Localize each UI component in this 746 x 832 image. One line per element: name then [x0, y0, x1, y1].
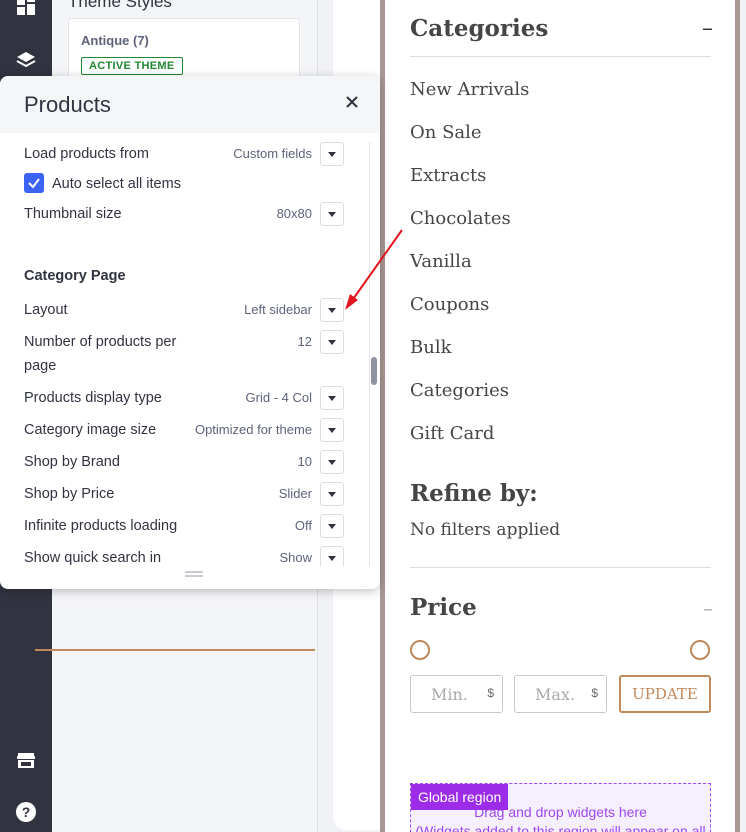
dropdown-button[interactable] — [320, 482, 344, 506]
setting-value: Left sidebar — [244, 302, 312, 317]
global-region-tag: Global region — [411, 784, 509, 810]
category-link[interactable]: Chocolates — [410, 207, 529, 250]
max-price-placeholder: Max. — [535, 685, 576, 704]
min-price-placeholder: Min. — [431, 685, 468, 704]
setting-value: Grid - 4 Col — [245, 390, 312, 405]
setting-quick-search: Show quick search in Show — [24, 546, 344, 566]
min-price-input[interactable]: Min. $ — [410, 675, 503, 713]
category-page-section-heading: Category Page — [24, 268, 126, 284]
resize-grip-icon[interactable] — [185, 571, 203, 577]
setting-value: 80x80 — [276, 206, 312, 221]
category-link[interactable]: Vanilla — [410, 250, 529, 293]
category-list: New Arrivals On Sale Extracts Chocolates… — [410, 78, 529, 465]
theme-card-name: Antique (7) — [81, 33, 149, 48]
currency-symbol: $ — [591, 686, 598, 700]
setting-label: Shop by Price — [24, 486, 115, 502]
setting-label: Show quick search in — [24, 550, 162, 566]
category-link[interactable]: New Arrivals — [410, 78, 529, 121]
close-icon[interactable] — [342, 92, 362, 112]
price-collapse-toggle[interactable]: – — [703, 596, 713, 620]
setting-value: Custom fields — [233, 146, 312, 161]
max-price-input[interactable]: Max. $ — [514, 675, 607, 713]
setting-label: Number of products per page — [24, 334, 177, 374]
products-settings-panel: Products Load products from Custom field… — [0, 76, 380, 589]
setting-value: Optimized for theme — [194, 422, 312, 437]
panel-title: Products — [24, 92, 111, 117]
no-filters-text: No filters applied — [410, 520, 561, 540]
category-link[interactable]: Bulk — [410, 336, 529, 379]
setting-value: Off — [294, 518, 312, 533]
dashboard-icon[interactable] — [14, 0, 38, 18]
setting-label: Shop by Brand — [24, 454, 120, 470]
setting-value: Show — [279, 550, 312, 565]
category-link[interactable]: Coupons — [410, 293, 529, 336]
setting-value: Slider — [278, 486, 312, 501]
setting-label: Infinite products loading — [24, 518, 178, 534]
setting-label: Thumbnail size — [24, 206, 122, 222]
currency-symbol: $ — [487, 686, 494, 700]
categories-collapse-toggle[interactable]: – — [702, 16, 713, 41]
dropdown-button[interactable] — [320, 514, 344, 538]
price-title: Price — [410, 594, 477, 621]
divider — [410, 567, 711, 568]
dropdown-button[interactable] — [320, 546, 344, 566]
update-price-button[interactable]: UPDATE — [619, 675, 711, 713]
svg-text:?: ? — [22, 804, 31, 820]
active-theme-badge: ACTIVE THEME — [81, 57, 183, 75]
theme-styles-heading: Theme Styles — [68, 0, 172, 11]
category-link[interactable]: Extracts — [410, 164, 529, 207]
setting-label: Load products from — [24, 146, 149, 162]
setting-value: 12 — [297, 334, 312, 349]
setting-label: Layout — [24, 302, 68, 318]
category-link[interactable]: Gift Card — [410, 422, 529, 465]
dropdown-button[interactable] — [320, 298, 344, 322]
help-icon[interactable]: ? — [14, 800, 38, 824]
refine-by-title: Refine by: — [410, 480, 538, 507]
checkbox-checked[interactable] — [24, 173, 44, 193]
category-link[interactable]: Categories — [410, 379, 529, 422]
store-frame-right-border — [735, 0, 740, 832]
price-slider-min-handle[interactable] — [410, 640, 430, 660]
dropdown-button[interactable] — [320, 142, 344, 166]
storefront-icon[interactable] — [14, 748, 38, 772]
layers-icon[interactable] — [14, 48, 38, 72]
setting-label: Auto select all items — [52, 176, 181, 192]
dropdown-button[interactable] — [320, 450, 344, 474]
panel-scrollbar-thumb[interactable] — [371, 357, 377, 385]
price-slider-track[interactable] — [35, 649, 315, 651]
dropdown-button[interactable] — [320, 418, 344, 442]
setting-label: Category image size — [24, 422, 157, 438]
dropdown-button[interactable] — [320, 386, 344, 410]
global-region-subtext: (Widgets added to this region will appea… — [415, 823, 706, 832]
dropdown-button[interactable] — [320, 202, 344, 226]
panel-header: Products — [0, 76, 380, 133]
global-region-dropzone[interactable]: Drag and drop widgets here (Widgets adde… — [410, 783, 711, 832]
setting-label: Products display type — [24, 390, 162, 406]
panel-scrollbar[interactable] — [369, 142, 379, 566]
categories-title: Categories — [410, 15, 549, 42]
price-slider-max-handle[interactable] — [690, 640, 710, 660]
divider — [410, 56, 711, 57]
setting-value: 10 — [297, 454, 312, 469]
dropdown-button[interactable] — [320, 330, 344, 354]
category-link[interactable]: On Sale — [410, 121, 529, 164]
